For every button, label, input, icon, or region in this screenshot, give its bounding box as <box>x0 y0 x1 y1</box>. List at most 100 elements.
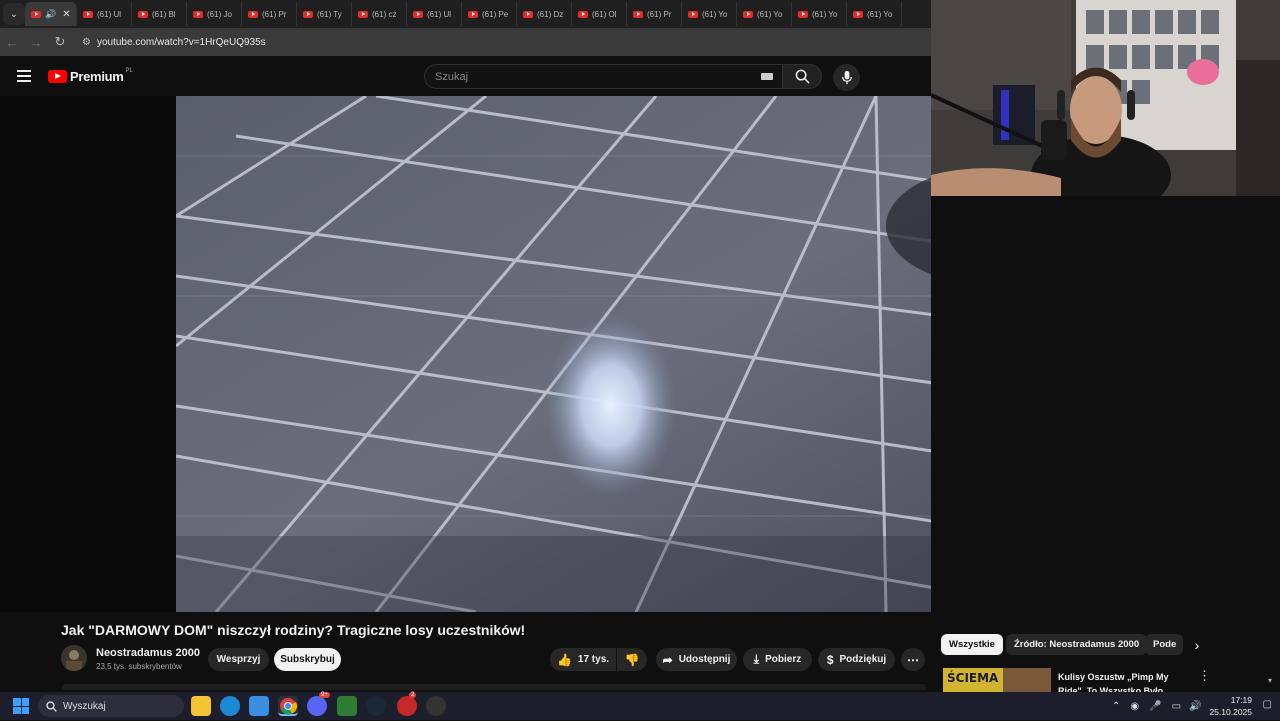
share-label: Udostępnij <box>678 654 731 665</box>
youtube-premium-logo[interactable]: Premium PL <box>48 68 133 84</box>
tab[interactable]: (61) Yo <box>737 2 792 26</box>
share-button[interactable]: ➦ Udostępnij <box>656 648 737 671</box>
youtube-favicon-icon <box>358 10 368 18</box>
browser-window: ⌄ 🔊 ✕ (61) Ul (61) Bl (61) Jo (61) Pr (6… <box>0 0 931 692</box>
clock-time: 17:19 <box>1230 695 1252 705</box>
tab[interactable]: (61) Pe <box>462 2 517 26</box>
taskbar-search[interactable]: Wyszukaj <box>38 695 184 717</box>
store-icon[interactable] <box>249 696 269 716</box>
tab[interactable]: (61) Ol <box>572 2 627 26</box>
thanks-icon: $ <box>826 652 834 667</box>
channel-name[interactable]: Neostradamus 2000 <box>96 647 200 659</box>
menu-icon[interactable] <box>17 70 31 82</box>
tab-active[interactable]: 🔊 ✕ <box>25 2 77 26</box>
related-sidebar: Wszystkie Źródło: Neostradamus 2000 Pode… <box>931 196 1280 692</box>
youtube-favicon-icon <box>468 10 478 18</box>
download-icon: ⤓ <box>753 652 760 666</box>
tab-close-icon[interactable]: ✕ <box>62 9 70 20</box>
search-placeholder: Szukaj <box>435 70 469 83</box>
tab[interactable]: (61) Ty <box>297 2 352 26</box>
windows-start-icon[interactable] <box>13 698 29 714</box>
youtube-favicon-icon <box>688 10 698 18</box>
subscribe-button[interactable]: Subskrybuj <box>274 648 341 671</box>
steam-icon[interactable] <box>366 696 386 716</box>
thumbs-down-icon: 👎 <box>624 652 640 667</box>
file-explorer-icon[interactable] <box>191 696 211 716</box>
chevron-up-icon[interactable]: ⌃ <box>1112 701 1120 712</box>
keyboard-icon[interactable] <box>761 73 773 80</box>
tab[interactable]: (61) Yo <box>847 2 902 26</box>
youtube-favicon-icon <box>248 10 258 18</box>
like-count: 17 tys. <box>577 654 610 665</box>
youtube-favicon-icon <box>303 10 313 18</box>
address-bar-row: ← → ↻ ⚙ youtube.com/watch?v=1HrQeUQ935s <box>0 28 931 56</box>
discord-icon[interactable]: 9+ <box>307 692 330 716</box>
youtube-favicon-icon <box>138 10 148 18</box>
obs-icon[interactable] <box>426 696 446 716</box>
back-icon[interactable]: ← <box>0 35 24 50</box>
more-vert-icon[interactable]: ⋮ <box>1198 668 1211 684</box>
thanks-button[interactable]: $ Podziękuj <box>818 648 895 671</box>
video-player[interactable] <box>0 96 931 612</box>
reload-icon[interactable]: ↻ <box>48 34 72 50</box>
dislike-button[interactable]: 👎 <box>617 648 647 671</box>
chevron-right-icon[interactable]: › <box>1185 634 1209 655</box>
search-icon <box>795 69 810 84</box>
recommended-title[interactable]: Kulisy Oszustw „Pimp My Ride". To Wszyst… <box>1058 670 1188 692</box>
tab[interactable]: (61) Bl <box>132 2 187 26</box>
network-app-icon[interactable]: ◉ <box>1130 701 1139 712</box>
channel-avatar[interactable] <box>61 645 87 671</box>
youtube-favicon-icon <box>743 10 753 18</box>
microphone-icon[interactable]: 🎤 <box>1149 701 1161 712</box>
youtube-favicon-icon <box>523 10 533 18</box>
site-info-icon[interactable]: ⚙ <box>82 37 91 48</box>
tab-search-icon[interactable]: ⌄ <box>3 3 25 25</box>
tab[interactable]: (61) Ul <box>77 2 132 26</box>
webcam-overlay <box>931 0 1280 196</box>
address-bar[interactable]: ⚙ youtube.com/watch?v=1HrQeUQ935s <box>78 31 923 53</box>
scroll-down-icon[interactable]: ▾ <box>1268 676 1276 685</box>
url-text: youtube.com/watch?v=1HrQeUQ935s <box>96 36 266 48</box>
chip-related[interactable]: Pode <box>1145 634 1183 655</box>
forward-icon[interactable]: → <box>24 35 48 50</box>
tab[interactable]: (61) Pr <box>627 2 682 26</box>
youtube-logo-icon <box>48 70 67 83</box>
monitor-icon[interactable]: ▭ <box>1172 701 1181 712</box>
app-icon[interactable]: 2 <box>397 692 417 716</box>
youtube-favicon-icon <box>83 10 93 18</box>
support-button[interactable]: Wesprzyj <box>208 648 269 671</box>
tab[interactable]: (61) Dz <box>517 2 572 26</box>
search-button[interactable] <box>782 64 822 89</box>
speaker-icon[interactable]: 🔊 <box>45 9 56 20</box>
more-icon: ⋯ <box>907 652 919 667</box>
more-actions-button[interactable]: ⋯ <box>901 648 925 671</box>
excel-icon[interactable] <box>337 696 357 716</box>
tab[interactable]: (61) Ul <box>407 2 462 26</box>
notification-icon[interactable]: ▢ <box>1263 699 1272 710</box>
youtube-favicon-icon <box>578 10 588 18</box>
tab[interactable]: (61) Yo <box>682 2 737 26</box>
voice-search-button[interactable] <box>833 64 860 91</box>
subscriber-count: 23,5 tys. subskrybentów <box>96 662 182 671</box>
download-button[interactable]: ⤓ Pobierz <box>743 648 812 671</box>
volume-icon[interactable]: 🔊 <box>1189 701 1201 712</box>
recommended-thumbnail[interactable]: ŚCIEMA <box>943 668 1051 692</box>
clock[interactable]: 17:19 25.10.2025 <box>1209 694 1252 718</box>
video-frame[interactable] <box>176 96 931 612</box>
taskbar: Wyszukaj 9+ 2 ⌃ ◉ 🎤 ▭ 🔊 17:19 25.10.2025… <box>0 692 1280 720</box>
chip-channel[interactable]: Źródło: Neostradamus 2000 <box>1006 634 1148 655</box>
youtube-header: Premium PL Szukaj <box>0 56 931 96</box>
search-input[interactable]: Szukaj <box>424 64 784 89</box>
tab[interactable]: (61) Jo <box>187 2 242 26</box>
like-button[interactable]: 👍 17 tys. <box>550 648 616 671</box>
tab[interactable]: (61) cz <box>352 2 407 26</box>
tab[interactable]: (61) Pr <box>242 2 297 26</box>
tab-strip: ⌄ 🔊 ✕ (61) Ul (61) Bl (61) Jo (61) Pr (6… <box>0 0 931 28</box>
thanks-label: Podziękuj <box>839 654 887 665</box>
chrome-icon[interactable] <box>278 696 298 716</box>
tab[interactable]: (61) Yo <box>792 2 847 26</box>
app-badge: 2 <box>409 692 417 698</box>
chip-all[interactable]: Wszystkie <box>941 634 1003 655</box>
edge-icon[interactable] <box>220 696 240 716</box>
share-icon: ➦ <box>662 652 673 667</box>
